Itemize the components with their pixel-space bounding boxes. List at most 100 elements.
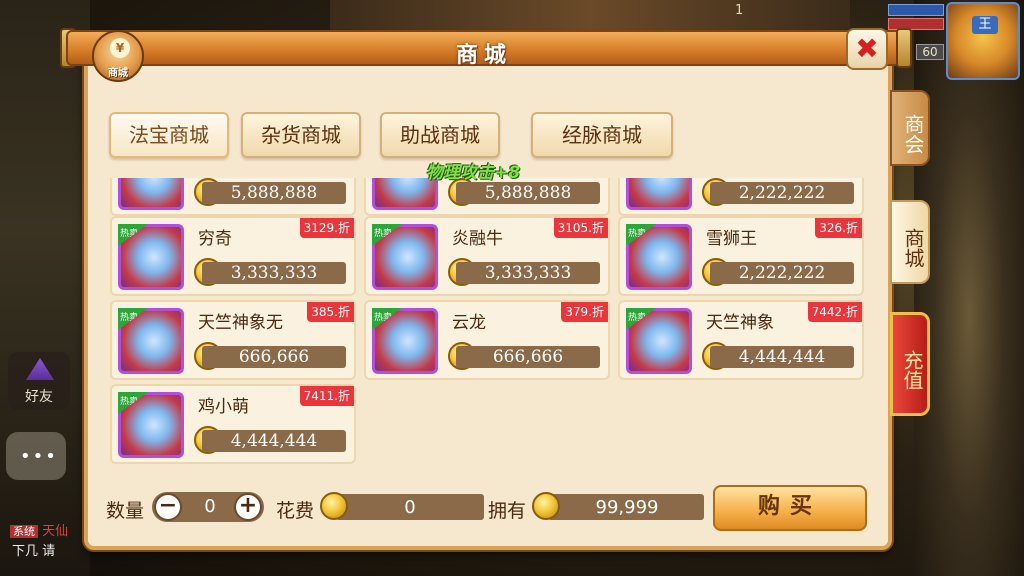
title-scroll-cap-right <box>896 28 912 68</box>
player-level: 60 <box>916 44 944 60</box>
chat-message: 系统 天仙 <box>10 520 68 539</box>
item-price: 2,222,222 <box>738 263 826 283</box>
top-status-text: 1 <box>735 3 744 18</box>
price-bar: 4,444,444 <box>202 430 346 452</box>
close-button[interactable]: ✖ <box>846 28 888 70</box>
item-grid[interactable]: 5,888,888 5,888,888 2,222,222 热卖 穷奇 3129… <box>108 178 868 468</box>
item-icon: 热卖 <box>372 308 438 374</box>
chat-message-text: 天仙 <box>42 524 69 539</box>
background-right <box>914 0 1024 576</box>
item-name: 天竺神象 <box>706 313 774 333</box>
price-bar: 4,444,444 <box>710 346 854 368</box>
item-price: 3,333,333 <box>230 263 318 283</box>
floating-stat-text: 物理攻击+8 <box>426 163 521 183</box>
quantity-label: 数量 <box>106 500 145 522</box>
discount-badge: 385.折 <box>307 302 354 322</box>
price-bar: 5,888,888 <box>456 182 600 204</box>
chat-button[interactable]: ••• <box>6 432 66 480</box>
item-card[interactable]: 热卖 炎融牛 3105.折 3,333,333 <box>364 216 610 296</box>
shop-logo-icon: ¥ 商城 <box>92 30 144 82</box>
item-price: 2,222,222 <box>738 183 826 203</box>
avatar-mark: 王 <box>972 16 998 34</box>
item-card[interactable]: 热卖 天竺神象 7442.折 4,444,444 <box>618 300 864 380</box>
item-price: 5,888,888 <box>230 183 318 203</box>
friends-label: 好友 <box>25 389 53 405</box>
item-price: 666,666 <box>492 347 564 367</box>
item-icon: 热卖 <box>118 308 184 374</box>
item-card[interactable]: 5,888,888 <box>110 178 356 216</box>
item-icon <box>118 178 184 210</box>
price-bar: 666,666 <box>202 346 346 368</box>
mana-bar <box>888 4 944 16</box>
item-icon: 热卖 <box>626 224 692 290</box>
item-name: 鸡小萌 <box>198 397 249 417</box>
tab-fabao-shop[interactable]: 法宝商城 <box>109 112 229 158</box>
tab-meridian-shop[interactable]: 经脉商城 <box>531 112 673 158</box>
item-card[interactable]: 热卖 雪狮王 326.折 2,222,222 <box>618 216 864 296</box>
tab-assist-shop[interactable]: 助战商城 <box>380 112 500 158</box>
cost-label: 花费 <box>276 500 315 522</box>
price-bar: 3,333,333 <box>456 262 600 284</box>
title-bar: 商城 <box>66 30 902 68</box>
hot-sale-tag: 热卖 <box>118 392 148 414</box>
friends-button[interactable]: 好友 <box>8 352 70 410</box>
price-bar: 2,222,222 <box>710 182 854 204</box>
item-card[interactable]: 5,888,888 <box>364 178 610 216</box>
player-avatar[interactable]: 王 <box>946 2 1020 80</box>
page-title: 商城 <box>455 43 512 68</box>
price-bar: 5,888,888 <box>202 182 346 204</box>
item-name: 穷奇 <box>198 229 232 249</box>
item-card[interactable]: 热卖 天竺神象无 385.折 666,666 <box>110 300 356 380</box>
increase-quantity-button[interactable]: + <box>234 493 262 521</box>
hot-sale-tag: 热卖 <box>118 224 148 246</box>
item-card[interactable]: 热卖 穷奇 3129.折 3,333,333 <box>110 216 356 296</box>
item-price: 4,444,444 <box>738 347 826 367</box>
close-icon: ✖ <box>855 32 879 65</box>
hot-sale-tag: 热卖 <box>372 224 402 246</box>
discount-badge: 3105.折 <box>553 218 608 238</box>
gold-coin-icon <box>320 492 348 520</box>
discount-badge: 379.折 <box>561 302 608 322</box>
decrease-quantity-button[interactable]: − <box>154 493 182 521</box>
background-top <box>330 0 850 30</box>
chat-bubble-icon: ••• <box>20 446 58 467</box>
discount-badge: 7442.折 <box>807 302 862 322</box>
discount-badge: 3129.折 <box>299 218 354 238</box>
item-card[interactable]: 2,222,222 <box>618 178 864 216</box>
wizard-hat-icon <box>26 358 54 380</box>
hot-sale-tag: 热卖 <box>626 224 656 246</box>
item-name: 云龙 <box>452 313 486 333</box>
item-icon: 热卖 <box>626 308 692 374</box>
cost-value: 0 <box>404 497 416 518</box>
hot-sale-tag: 热卖 <box>372 308 402 330</box>
discount-badge: 326.折 <box>815 218 862 238</box>
background-left <box>0 0 90 576</box>
buy-button[interactable]: 购买 <box>713 485 867 531</box>
price-bar: 2,222,222 <box>710 262 854 284</box>
shop-logo-label: 商城 <box>108 68 128 79</box>
owned-label: 拥有 <box>488 500 527 522</box>
side-tab-shop[interactable]: 商城 <box>890 200 930 284</box>
quantity-value[interactable]: 0 <box>188 496 232 517</box>
item-card[interactable]: 热卖 云龙 379.折 666,666 <box>364 300 610 380</box>
item-price: 3,333,333 <box>484 263 572 283</box>
item-price: 666,666 <box>238 347 310 367</box>
side-tab-guild[interactable]: 商会 <box>890 90 930 166</box>
side-tab-recharge[interactable]: 充值 <box>890 312 930 416</box>
item-icon <box>626 178 692 210</box>
item-icon: 热卖 <box>118 224 184 290</box>
chat-message-line2: 下几 请 <box>12 544 56 559</box>
item-card[interactable]: 热卖 鸡小萌 7411.折 4,444,444 <box>110 384 356 464</box>
tab-general-shop[interactable]: 杂货商城 <box>241 112 361 158</box>
item-price: 5,888,888 <box>484 183 572 203</box>
hot-sale-tag: 热卖 <box>626 308 656 330</box>
item-name: 天竺神象无 <box>198 313 283 333</box>
item-name: 炎融牛 <box>452 229 503 249</box>
item-price: 4,444,444 <box>230 431 318 451</box>
item-icon: 热卖 <box>372 224 438 290</box>
price-bar: 666,666 <box>456 346 600 368</box>
owned-value: 99,999 <box>595 497 659 518</box>
discount-badge: 7411.折 <box>299 386 354 406</box>
chat-channel-tag: 系统 <box>10 525 38 538</box>
item-icon: 热卖 <box>118 392 184 458</box>
